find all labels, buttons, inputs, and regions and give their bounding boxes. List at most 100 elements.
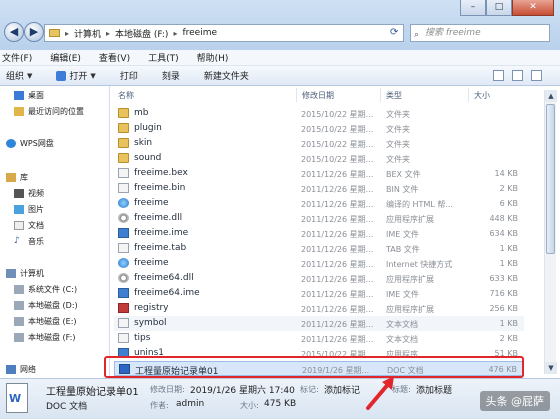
menu-view[interactable]: 查看(V) [99,51,130,64]
sidebar-item-label: 视频 [28,188,44,198]
file-date: 2011/12/26 星期... [301,245,374,254]
file-row[interactable]: freeime.dll 2011/12/26 星期... 应用程序扩展 448 KB [114,211,524,226]
file-row[interactable]: freeime 2011/12/26 星期... 编译的 HTML 帮... 6 KB [114,196,524,211]
back-button[interactable]: ◀ [4,22,24,42]
breadcrumb-drive-f[interactable]: 本地磁盘 (F:) [115,27,168,40]
burn-button[interactable]: 刻录 [162,69,180,82]
forward-button[interactable]: ▶ [24,22,44,42]
column-divider[interactable] [296,88,297,102]
sidebar-item-network[interactable]: 网络 [6,362,36,376]
column-divider[interactable] [380,88,381,102]
file-row[interactable]: freeime64.ime 2011/12/26 星期... IME 文件 716 K… [114,286,524,301]
vertical-scrollbar[interactable]: ▲ ▼ [544,90,557,374]
sidebar-item-label: 系统文件 (C:) [28,284,78,294]
file-row[interactable]: freeime64.dll 2011/12/26 星期... 应用程序扩展 633 K… [114,271,524,286]
breadcrumb-computer[interactable]: 计算机 [74,27,101,40]
sidebar-item-drive-f[interactable]: 本地磁盘 (F:) [14,330,75,344]
column-header-name[interactable]: 名称 [118,90,134,104]
sidebar-item-computer[interactable]: 计算机 [6,266,44,280]
file-row[interactable]: registry 2011/12/26 星期... 应用程序扩展 256 KB [114,301,524,316]
sidebar-item-drive-c[interactable]: 系统文件 (C:) [14,282,77,296]
menu-bar: 文件(F) 编辑(E) 查看(V) 工具(T) 帮助(H) [0,50,560,66]
scroll-thumb[interactable] [546,104,555,254]
file-icon [118,318,129,328]
menu-file[interactable]: 文件(F) [2,51,32,64]
print-button[interactable]: 打印 [120,69,138,82]
library-icon [6,172,16,182]
file-date: 2011/12/26 星期... [301,320,374,329]
sidebar-item-drive-e[interactable]: 本地磁盘 (E:) [14,314,77,328]
registry-icon [118,303,129,313]
file-row[interactable]: skin 2015/10/22 星期... 文件夹 [114,136,524,151]
file-date: 2011/12/26 星期... [301,275,374,284]
network-icon [6,364,16,374]
details-author-label: 作者: [150,401,169,410]
search-input[interactable]: ⌕ 搜索 freeime [410,24,550,42]
organize-label: 组织 [6,72,25,82]
file-icon [118,183,129,193]
file-name: freeime [134,258,169,268]
file-row[interactable]: freeime 2011/12/26 星期... Internet 快捷方式 1 KB [114,256,524,271]
column-divider[interactable] [468,88,469,102]
sidebar-item-wps[interactable]: WPS网盘 [6,136,54,150]
sidebar-item-label: 图片 [28,204,44,214]
new-folder-button[interactable]: 新建文件夹 [204,69,249,82]
sidebar-item-recent[interactable]: 最近访问的位置 [14,104,84,118]
sidebar-item-pictures[interactable]: 图片 [14,202,44,216]
sidebar-item-library[interactable]: 库 [6,170,28,184]
chevron-right-icon: ▸ [106,28,111,38]
menu-edit[interactable]: 编辑(E) [50,51,81,64]
file-row[interactable]: sound 2015/10/22 星期... 文件夹 [114,151,524,166]
file-row[interactable]: freeime.tab 2011/12/26 星期... TAB 文件 1 KB [114,241,524,256]
chevron-right-icon: ▸ [65,28,70,38]
sidebar-item-label: 网络 [20,364,36,374]
file-row[interactable]: freeime.bin 2011/12/26 星期... BIN 文件 2 KB [114,181,524,196]
open-button[interactable]: 打开 ▼ [56,69,96,82]
change-view-icon[interactable] [493,70,504,81]
menu-help[interactable]: 帮助(H) [197,51,229,64]
preview-pane-icon[interactable] [512,70,523,81]
file-type: 应用程序扩展 [386,305,434,314]
file-date: 2015/10/22 星期... [301,125,374,134]
file-size: 14 KB [494,169,518,178]
column-header-type[interactable]: 类型 [386,90,402,104]
minimize-button[interactable]: – [460,0,486,16]
close-button[interactable]: ✕ [512,0,554,16]
sidebar-item-desktop[interactable]: 桌面 [14,88,44,102]
selection-highlight-annotation [104,356,524,378]
desktop-icon [14,90,24,100]
file-date: 2011/12/26 星期... [301,260,374,269]
details-title-value[interactable]: 添加标题 [416,383,452,396]
maximize-button[interactable]: □ [486,0,512,16]
sidebar-item-music[interactable]: ♪ 音乐 [14,234,44,248]
sidebar-item-documents[interactable]: 文档 [14,218,44,232]
file-row[interactable]: freeime.bex 2011/12/26 星期... BEX 文件 14 KB [114,166,524,181]
web-shortcut-icon [118,198,129,208]
scroll-down-icon[interactable]: ▼ [545,362,557,374]
sidebar-item-drive-d[interactable]: 本地磁盘 (D:) [14,298,78,312]
sidebar-item-video[interactable]: 视频 [14,186,44,200]
window-controls: – □ ✕ [460,0,554,16]
menu-tools[interactable]: 工具(T) [148,51,179,64]
breadcrumb-freeime[interactable]: freeime [182,28,217,38]
scroll-up-icon[interactable]: ▲ [545,90,557,102]
details-tags-value[interactable]: 添加标记 [324,383,360,396]
view-controls [493,70,542,81]
details-author-value[interactable]: admin [176,399,204,409]
column-header-date[interactable]: 修改日期 [302,90,334,104]
web-shortcut-icon [118,258,129,268]
help-icon[interactable] [531,70,542,81]
sidebar-item-label: 桌面 [28,90,44,100]
file-row[interactable]: plugin 2015/10/22 星期... 文件夹 [114,121,524,136]
organize-button[interactable]: 组织 ▼ [6,69,32,83]
wps-app-icon [56,70,67,81]
file-row[interactable]: mb 2015/10/22 星期... 文件夹 [114,106,524,121]
address-bar[interactable]: ▸ 计算机 ▸ 本地磁盘 (F:) ▸ freeime [44,24,404,42]
file-name: mb [134,108,149,118]
file-row[interactable]: freeime.ime 2011/12/26 星期... IME 文件 634 KB [114,226,524,241]
refresh-icon[interactable]: ⟳ [390,27,398,38]
column-header-size[interactable]: 大小 [474,90,490,104]
file-date: 2011/12/26 星期... [301,230,374,239]
file-row[interactable]: tips 2011/12/26 星期... 文本文档 2 KB [114,331,524,346]
file-row[interactable]: symbol 2011/12/26 星期... 文本文档 1 KB [114,316,524,331]
